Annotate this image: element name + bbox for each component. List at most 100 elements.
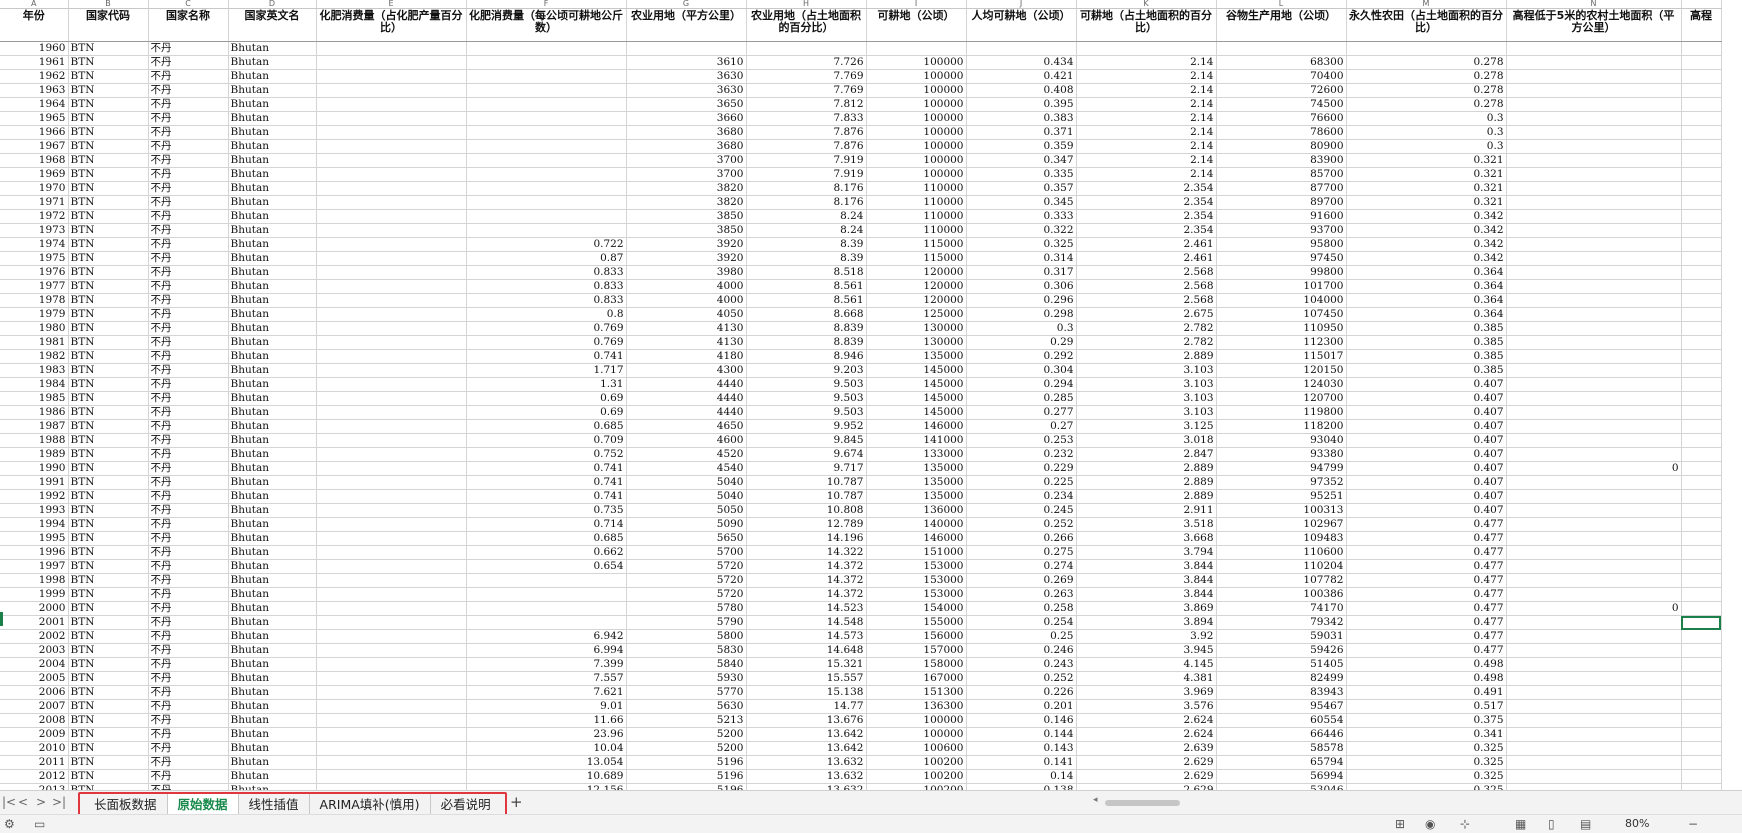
table-cell[interactable] <box>1506 349 1682 364</box>
table-cell[interactable]: Bhutan <box>228 643 317 658</box>
table-cell[interactable]: 不丹 <box>148 223 229 238</box>
table-cell[interactable] <box>316 265 467 280</box>
table-cell[interactable]: 11.66 <box>466 713 627 728</box>
table-cell[interactable]: 120000 <box>866 279 967 294</box>
table-cell[interactable]: 0.722 <box>466 237 627 252</box>
table-cell[interactable]: BTN <box>68 209 149 224</box>
table-cell[interactable]: 不丹 <box>148 657 229 672</box>
table-cell[interactable] <box>316 55 467 70</box>
table-cell[interactable]: 0.517 <box>1346 699 1507 714</box>
column-header[interactable]: 年份 <box>0 8 69 42</box>
table-cell[interactable]: BTN <box>68 699 149 714</box>
table-cell[interactable]: 0.3 <box>966 321 1077 336</box>
table-cell[interactable]: 4.381 <box>1076 671 1217 686</box>
table-cell[interactable]: 不丹 <box>148 545 229 560</box>
table-cell[interactable] <box>1506 769 1682 784</box>
column-letter[interactable]: M <box>1346 0 1507 9</box>
table-cell[interactable]: 0.341 <box>1346 727 1507 742</box>
table-cell[interactable]: 145000 <box>866 377 967 392</box>
table-cell[interactable]: 4050 <box>626 307 747 322</box>
table-cell[interactable]: 0.278 <box>1346 83 1507 98</box>
table-cell[interactable]: 0.306 <box>966 279 1077 294</box>
table-cell[interactable]: 14.77 <box>746 699 867 714</box>
table-cell[interactable]: BTN <box>68 251 149 266</box>
column-header[interactable]: 农业用地（平方公里） <box>626 8 747 42</box>
table-cell[interactable]: 15.138 <box>746 685 867 700</box>
table-cell[interactable]: 9.01 <box>466 699 627 714</box>
table-cell[interactable]: 不丹 <box>148 265 229 280</box>
table-cell[interactable]: 0.333 <box>966 209 1077 224</box>
table-cell[interactable] <box>316 741 467 756</box>
table-cell[interactable]: 0.298 <box>966 307 1077 322</box>
table-cell[interactable]: 0.385 <box>1346 363 1507 378</box>
table-cell[interactable] <box>1506 391 1682 406</box>
table-cell[interactable]: 146000 <box>866 419 967 434</box>
table-cell[interactable] <box>316 489 467 504</box>
table-cell[interactable]: 0.269 <box>966 573 1077 588</box>
table-cell[interactable]: 158000 <box>866 657 967 672</box>
table-cell[interactable] <box>1506 545 1682 560</box>
table-cell[interactable]: 151300 <box>866 685 967 700</box>
table-cell[interactable]: 100386 <box>1216 587 1347 602</box>
table-cell[interactable]: 5050 <box>626 503 747 518</box>
table-cell[interactable] <box>1681 69 1722 84</box>
table-cell[interactable]: BTN <box>68 685 149 700</box>
table-cell[interactable]: Bhutan <box>228 587 317 602</box>
table-cell[interactable]: 0.263 <box>966 587 1077 602</box>
table-cell[interactable]: 1976 <box>0 265 69 280</box>
table-cell[interactable] <box>1681 615 1722 630</box>
table-cell[interactable]: BTN <box>68 363 149 378</box>
table-cell[interactable]: 不丹 <box>148 447 229 462</box>
table-cell[interactable] <box>316 111 467 126</box>
table-cell[interactable]: 5650 <box>626 531 747 546</box>
table-cell[interactable]: 0.243 <box>966 657 1077 672</box>
table-cell[interactable] <box>1681 167 1722 182</box>
table-cell[interactable]: 1969 <box>0 167 69 182</box>
column-letter[interactable]: F <box>466 0 627 9</box>
table-cell[interactable] <box>316 97 467 112</box>
table-cell[interactable]: 7.812 <box>746 97 867 112</box>
table-cell[interactable]: 0.69 <box>466 405 627 420</box>
table-cell[interactable]: 145000 <box>866 405 967 420</box>
table-cell[interactable]: 不丹 <box>148 111 229 126</box>
table-cell[interactable] <box>466 209 627 224</box>
table-cell[interactable]: Bhutan <box>228 83 317 98</box>
table-cell[interactable]: 153000 <box>866 587 967 602</box>
table-cell[interactable]: 2.568 <box>1076 293 1217 308</box>
table-cell[interactable]: 5720 <box>626 587 747 602</box>
table-cell[interactable] <box>1506 531 1682 546</box>
table-cell[interactable]: 0.714 <box>466 517 627 532</box>
table-cell[interactable]: 0.407 <box>1346 405 1507 420</box>
table-cell[interactable] <box>316 279 467 294</box>
first-sheet-icon[interactable]: |< <box>2 795 16 809</box>
table-cell[interactable]: 3.869 <box>1076 601 1217 616</box>
table-cell[interactable]: 3.518 <box>1076 517 1217 532</box>
table-cell[interactable]: 51405 <box>1216 657 1347 672</box>
table-cell[interactable]: 1973 <box>0 223 69 238</box>
table-cell[interactable]: 0.833 <box>466 279 627 294</box>
table-cell[interactable]: 0.278 <box>1346 97 1507 112</box>
table-cell[interactable]: 不丹 <box>148 517 229 532</box>
table-cell[interactable]: 0.146 <box>966 713 1077 728</box>
table-cell[interactable] <box>316 125 467 140</box>
table-cell[interactable]: 8.176 <box>746 181 867 196</box>
table-cell[interactable] <box>1681 237 1722 252</box>
table-cell[interactable]: 1997 <box>0 559 69 574</box>
table-cell[interactable]: 3920 <box>626 251 747 266</box>
table-cell[interactable]: 0.407 <box>1346 419 1507 434</box>
table-cell[interactable]: 2.14 <box>1076 97 1217 112</box>
table-cell[interactable] <box>1506 97 1682 112</box>
table-cell[interactable]: Bhutan <box>228 153 317 168</box>
table-cell[interactable]: 13.676 <box>746 713 867 728</box>
table-cell[interactable]: 不丹 <box>148 699 229 714</box>
table-cell[interactable] <box>466 139 627 154</box>
table-cell[interactable]: 0.385 <box>1346 321 1507 336</box>
table-cell[interactable]: 91600 <box>1216 209 1347 224</box>
table-cell[interactable]: 0.383 <box>966 111 1077 126</box>
table-cell[interactable]: Bhutan <box>228 321 317 336</box>
table-cell[interactable]: 6.942 <box>466 629 627 644</box>
table-cell[interactable]: 74500 <box>1216 97 1347 112</box>
table-cell[interactable]: 15.321 <box>746 657 867 672</box>
table-cell[interactable]: 2.14 <box>1076 125 1217 140</box>
column-letter[interactable]: J <box>966 0 1077 9</box>
